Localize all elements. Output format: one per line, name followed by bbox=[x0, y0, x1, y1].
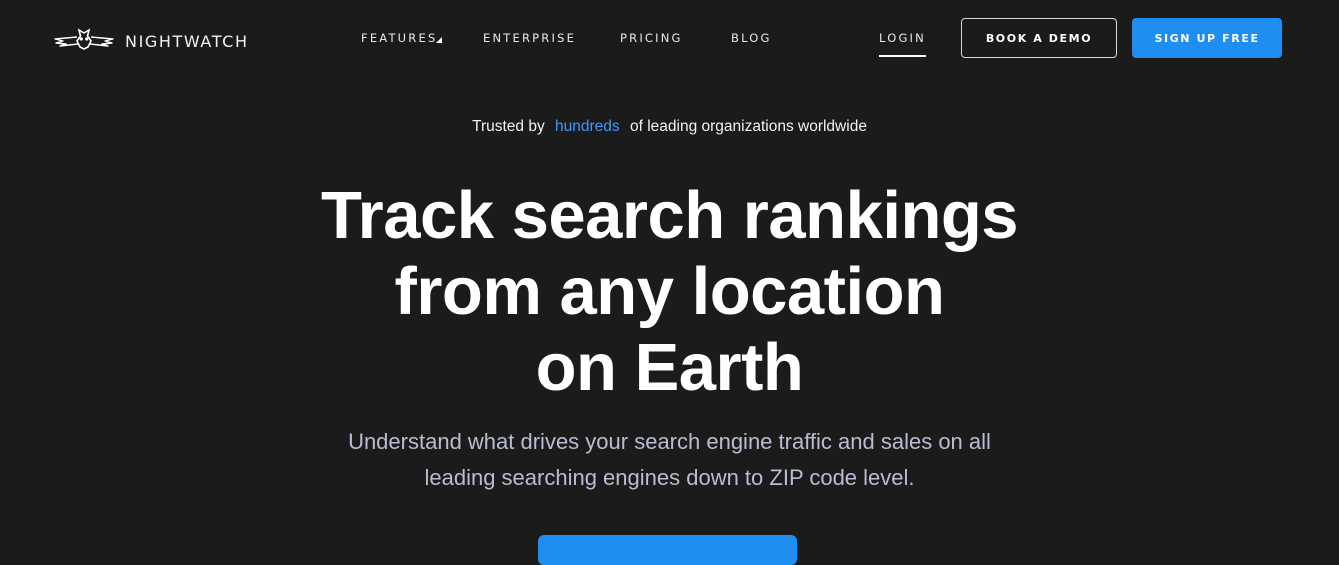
top-navigation: NIGHTWATCH FEATURES ENTERPRISE PRICING B… bbox=[0, 0, 1339, 78]
login-underline bbox=[879, 55, 926, 57]
brand-logo[interactable]: NIGHTWATCH bbox=[53, 28, 249, 55]
brand-name: NIGHTWATCH bbox=[125, 32, 249, 51]
dropdown-caret-icon[interactable] bbox=[436, 37, 442, 43]
nav-blog[interactable]: BLOG bbox=[731, 31, 772, 45]
trusted-prefix: Trusted by bbox=[472, 118, 545, 135]
trusted-by-text: Trusted by hundreds of leading organizat… bbox=[0, 118, 1339, 136]
nav-enterprise[interactable]: ENTERPRISE bbox=[483, 31, 576, 45]
book-demo-button[interactable]: BOOK A DEMO bbox=[961, 18, 1117, 58]
hero-subtitle: Understand what drives your search engin… bbox=[0, 424, 1339, 496]
trusted-suffix: of leading organizations worldwide bbox=[629, 118, 867, 135]
hero-headline: Track search rankings from any location … bbox=[0, 178, 1339, 406]
subtitle-line-1: Understand what drives your search engin… bbox=[348, 429, 991, 454]
subtitle-line-2: leading searching engines down to ZIP co… bbox=[424, 465, 915, 490]
headline-line-1: Track search rankings bbox=[320, 178, 1019, 253]
sign-up-button[interactable]: SIGN UP FREE bbox=[1132, 18, 1282, 58]
nav-login[interactable]: LOGIN bbox=[879, 31, 926, 45]
nav-features[interactable]: FEATURES bbox=[361, 31, 437, 45]
trusted-highlight: hundreds bbox=[555, 118, 620, 135]
hero-cta-button[interactable] bbox=[538, 535, 797, 565]
headline-line-3: on Earth bbox=[535, 330, 804, 405]
headline-line-2: from any location bbox=[394, 254, 945, 329]
owl-icon bbox=[53, 28, 115, 55]
nav-pricing[interactable]: PRICING bbox=[620, 31, 683, 45]
